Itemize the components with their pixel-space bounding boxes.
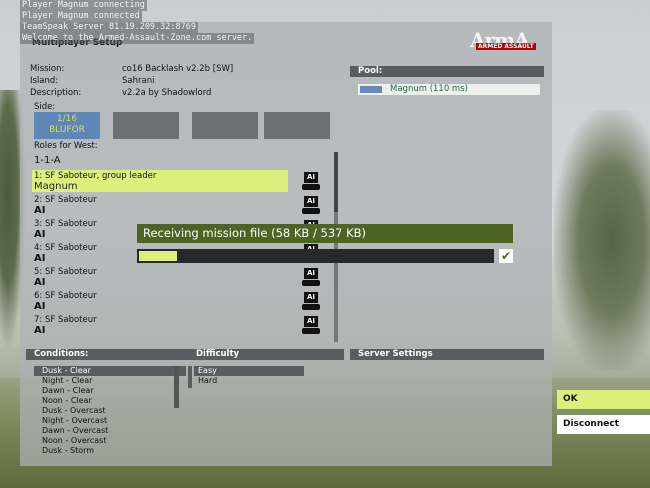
island-row: Island: Sahrani <box>30 76 344 88</box>
pool-header: Pool: <box>350 66 544 77</box>
condition-item[interactable]: Night - Clear <box>34 376 186 386</box>
role-slot[interactable]: 6: SF Saboteur AI AI <box>30 290 330 314</box>
condition-item[interactable]: Night - Overcast <box>34 416 186 426</box>
condition-item[interactable]: Noon - Overcast <box>34 436 186 446</box>
side-west-button[interactable]: 1/16 BLUFOR <box>34 112 100 139</box>
role-name: 7: SF Saboteur <box>34 315 97 325</box>
role-name: 6: SF Saboteur <box>34 291 97 301</box>
condition-item[interactable]: Dawn - Overcast <box>34 426 186 436</box>
condition-item[interactable]: Dusk - Overcast <box>34 406 186 416</box>
side-slot-button[interactable] <box>113 112 179 139</box>
roles-list: 1-1-A 1: SF Saboteur, group leader Magnu… <box>30 152 330 342</box>
chat-line: TeamSpeak Server 81.19.209.32:8769 <box>20 22 198 33</box>
group-name: 1-1-A <box>34 155 61 166</box>
condition-item[interactable]: Dusk - Storm <box>34 446 186 456</box>
island-label: Island: <box>30 76 59 86</box>
pool-player-row[interactable]: Magnum (110 ms) <box>358 84 540 95</box>
role-player: AI <box>34 205 46 216</box>
side-slot-button[interactable] <box>264 112 330 139</box>
role-player: AI <box>34 301 46 312</box>
disconnect-button[interactable]: Disconnect <box>557 415 650 434</box>
chat-line: Welcome to the Armed-Assault-Zone.com se… <box>20 33 255 44</box>
difficulty-title: Difficulty <box>196 349 240 359</box>
download-status-text: Receiving mission file (58 KB / 537 KB) <box>137 224 513 243</box>
roles-label: Roles for West: <box>34 141 98 151</box>
ai-toggle-icon[interactable]: AI <box>302 292 320 310</box>
description-row: Description: v2.2a by Shadowlord <box>30 88 344 100</box>
role-slot[interactable]: 5: SF Saboteur AI AI <box>30 266 330 290</box>
conditions-title: Conditions: <box>34 349 89 359</box>
difficulty-list: Easy Hard <box>194 366 304 386</box>
logo-subtext: ARMED ASSAULT <box>476 43 536 50</box>
background-tree-right <box>554 110 650 370</box>
role-player: AI <box>34 229 46 240</box>
mission-row: Mission: co16 Backlash v2.2b [SW] <box>30 64 344 76</box>
side-west-name: BLUFOR <box>49 125 85 135</box>
role-player: AI <box>34 277 46 288</box>
mission-value: co16 Backlash v2.2b [SW] <box>122 64 234 74</box>
island-value: Sahrani <box>122 76 155 86</box>
server-settings-header: Server Settings <box>350 349 544 360</box>
chat-log: Player Magnum connecting Player Magnum c… <box>20 0 255 44</box>
role-name: 1: SF Saboteur, group leader <box>34 171 157 181</box>
difficulty-item[interactable]: Easy <box>194 366 304 376</box>
ok-button[interactable]: OK <box>557 390 650 409</box>
role-slot[interactable]: 1: SF Saboteur, group leader Magnum AI <box>30 170 330 194</box>
mission-info: Mission: co16 Backlash v2.2b [SW] Island… <box>30 64 344 100</box>
checkmark-icon: ✔ <box>499 249 513 263</box>
role-name: 2: SF Saboteur <box>34 195 97 205</box>
arma-logo: ArmA ARMED ASSAULT <box>470 28 540 54</box>
download-progress-bar <box>137 249 494 263</box>
description-value: v2.2a by Shadowlord <box>122 88 212 98</box>
ai-toggle-icon[interactable]: AI <box>302 268 320 286</box>
condition-item[interactable]: Noon - Clear <box>34 396 186 406</box>
side-label: Side: <box>34 102 56 112</box>
side-slot-button[interactable] <box>192 112 258 139</box>
role-name: 4: SF Saboteur <box>34 243 97 253</box>
chat-line: Player Magnum connected <box>20 11 142 22</box>
conditions-scrollbar[interactable] <box>174 366 179 408</box>
ai-toggle-icon[interactable]: AI <box>302 196 320 214</box>
condition-item[interactable]: Dawn - Clear <box>34 386 186 396</box>
pool-player-name: Magnum (110 ms) <box>390 84 468 94</box>
role-player: Magnum <box>34 181 78 192</box>
roles-scrollbar-thumb[interactable] <box>334 152 338 212</box>
difficulty-scrollbar[interactable] <box>188 366 192 388</box>
mission-label: Mission: <box>30 64 65 74</box>
role-name: 3: SF Saboteur <box>34 219 97 229</box>
difficulty-item[interactable]: Hard <box>194 376 304 386</box>
role-player: AI <box>34 325 46 336</box>
condition-item[interactable]: Dusk - Clear <box>34 366 186 376</box>
ai-toggle-icon[interactable]: AI <box>302 172 320 190</box>
download-progress-fill <box>139 251 177 261</box>
role-player: AI <box>34 253 46 264</box>
ai-toggle-icon[interactable]: AI <box>302 316 320 334</box>
conditions-header: Conditions: Difficulty <box>26 349 344 360</box>
chat-line: Player Magnum connecting <box>20 0 147 11</box>
multiplayer-setup-window: Multiplayer Setup ArmA ARMED ASSAULT Mis… <box>20 22 552 466</box>
roles-scrollbar[interactable] <box>334 152 338 342</box>
role-name: 5: SF Saboteur <box>34 267 97 277</box>
description-label: Description: <box>30 88 82 98</box>
conditions-list: Dusk - Clear Night - Clear Dawn - Clear … <box>34 366 186 456</box>
role-slot[interactable]: 2: SF Saboteur AI AI <box>30 194 330 218</box>
role-slot[interactable]: 7: SF Saboteur AI AI <box>30 314 330 338</box>
player-status-icon <box>360 86 382 93</box>
side-west-count: 1/16 <box>56 114 78 124</box>
